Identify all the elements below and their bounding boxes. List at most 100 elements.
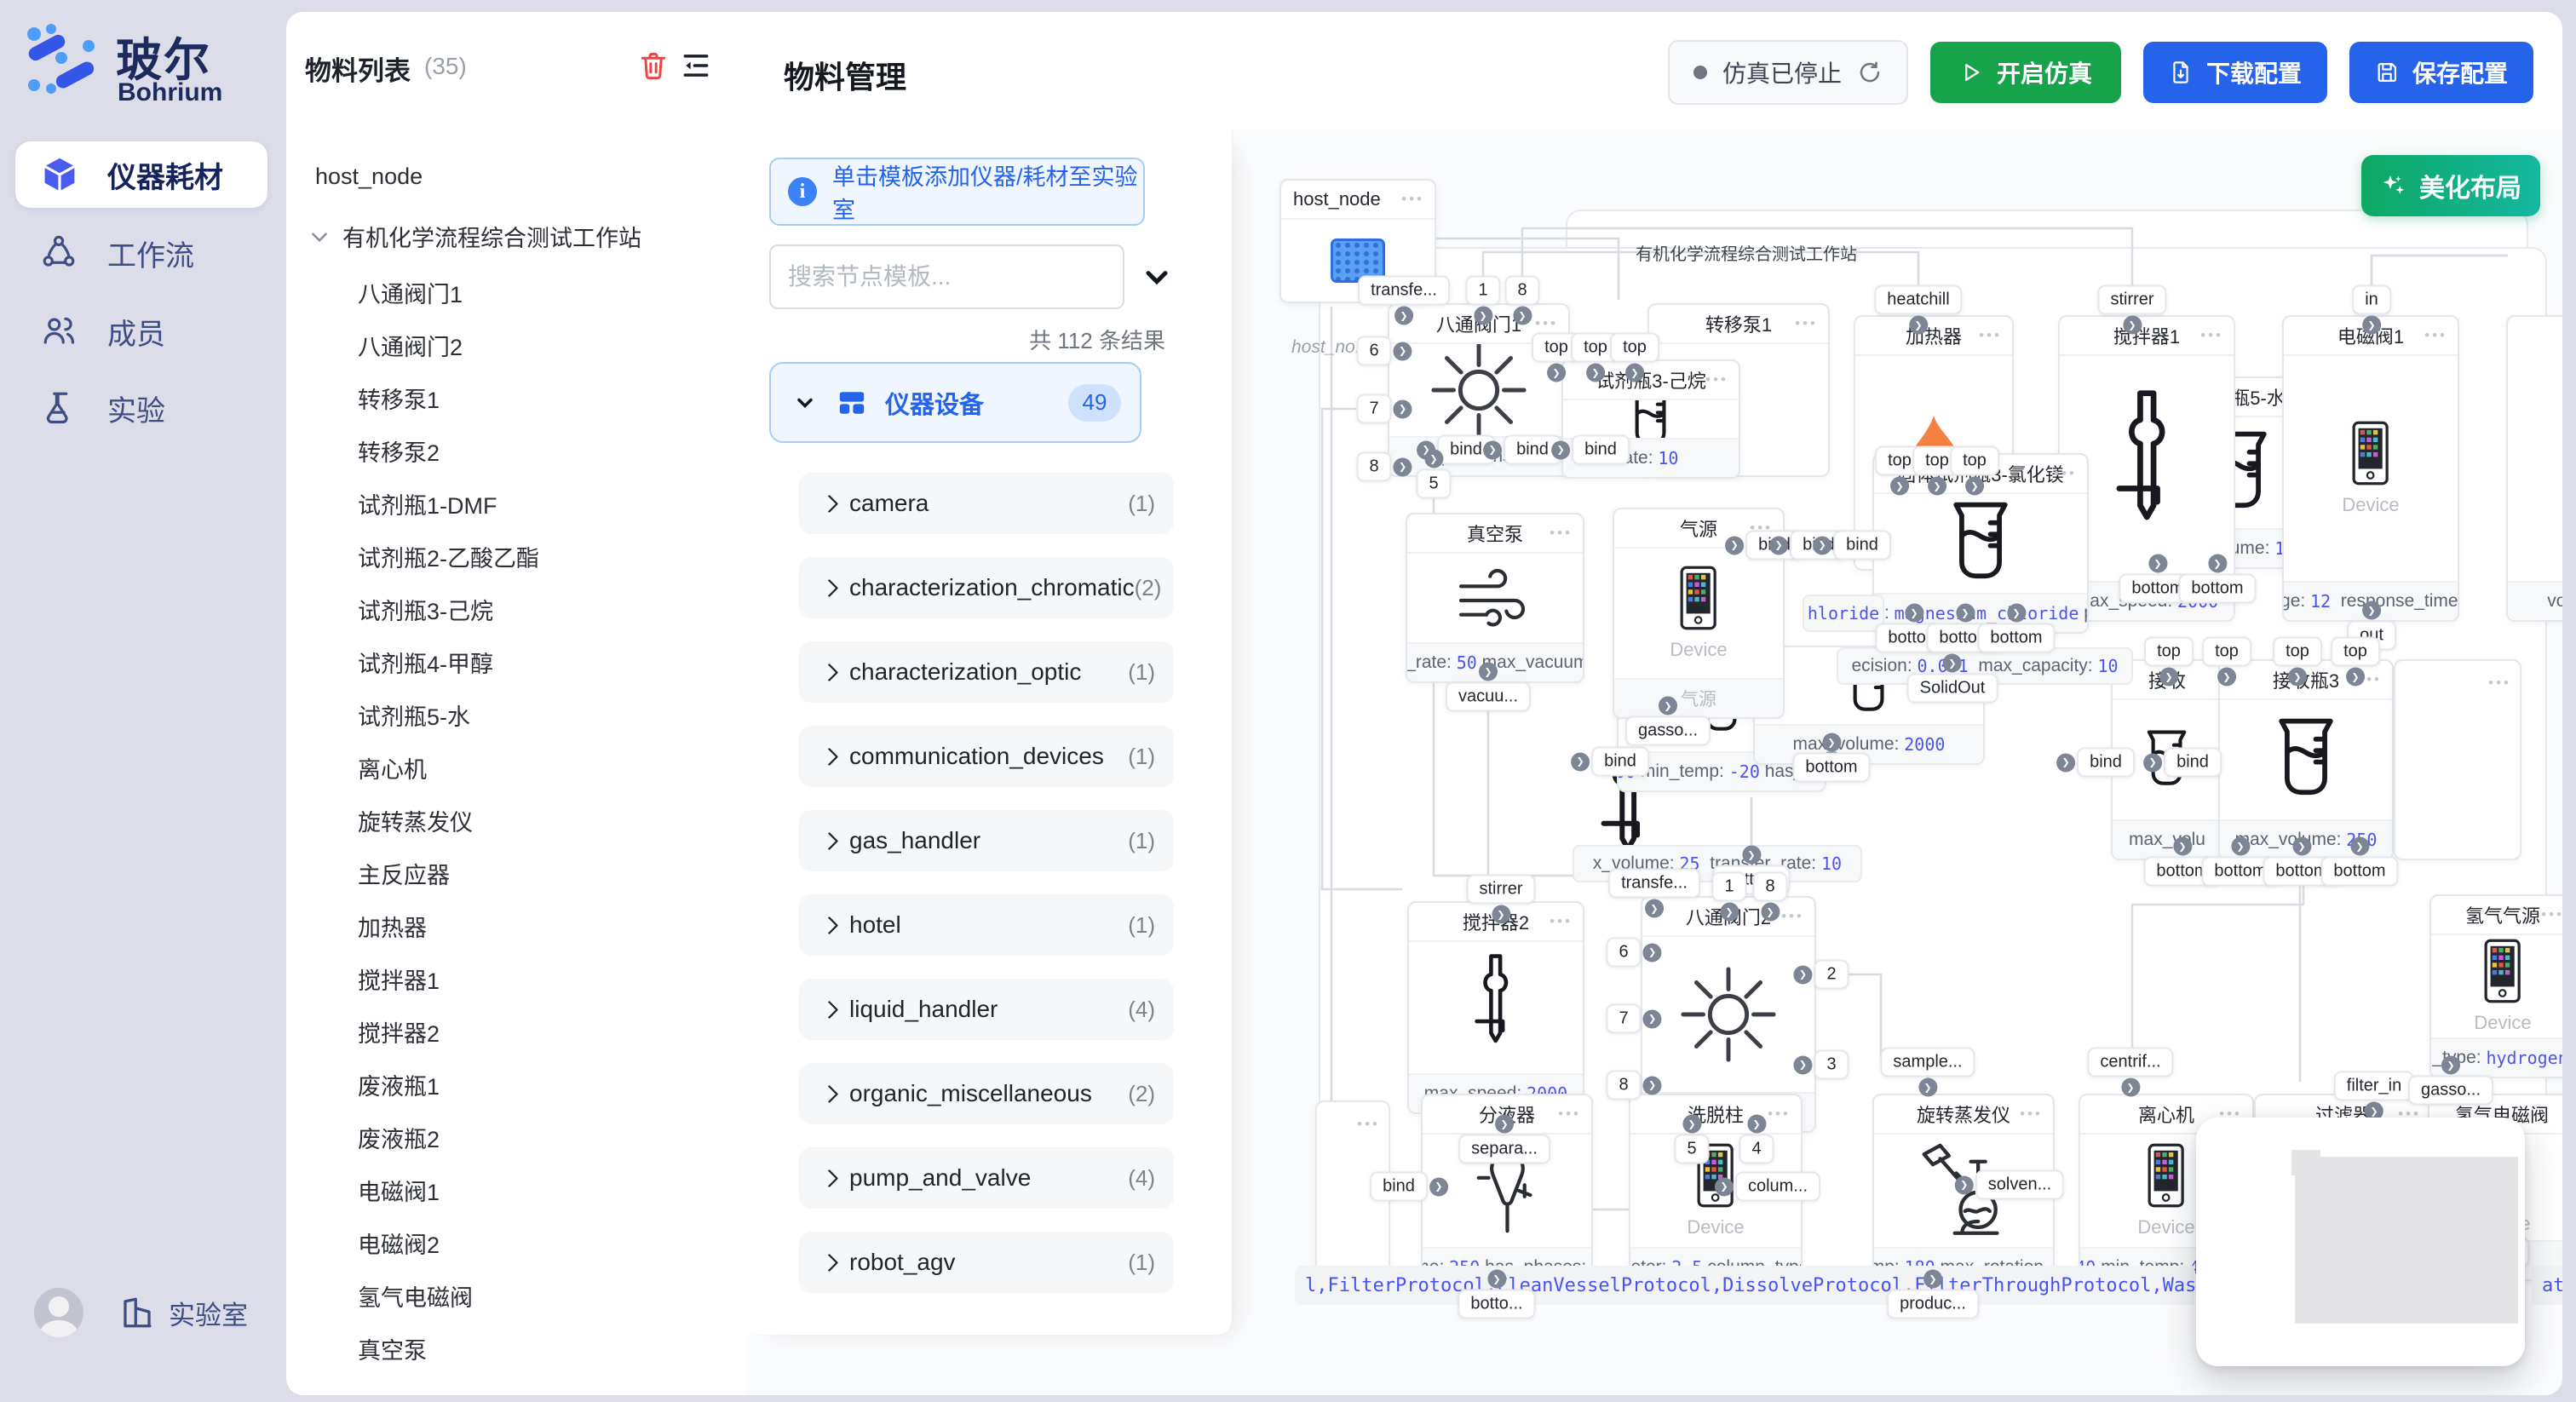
port-1[interactable]: 1❯ (1711, 872, 1746, 902)
tree-item[interactable]: 试剂瓶5-水 (358, 697, 470, 738)
template-item-pump_and_valve[interactable]: pump_and_valve(4) (799, 1147, 1174, 1209)
minimap-viewport[interactable] (2295, 1157, 2518, 1324)
template-item-camera[interactable]: camera(1) (799, 473, 1174, 534)
port-bind[interactable]: bind❯ (2077, 748, 2135, 778)
tree-item[interactable]: 搅拌器1 (358, 961, 440, 1002)
refresh-icon[interactable] (1857, 60, 1883, 85)
tree-item[interactable]: 试剂瓶3-己烷 (358, 591, 493, 632)
save-config-button[interactable]: 保存配置 (2349, 42, 2533, 103)
tree-item[interactable]: 转移泵2 (358, 433, 440, 474)
template-item-communication_devices[interactable]: communication_devices(1) (799, 726, 1174, 787)
tree-item[interactable]: 试剂瓶2-乙酸乙酯 (358, 538, 539, 579)
port-gasso...[interactable]: gasso...❯ (1625, 716, 1711, 746)
port-bind[interactable]: bind❯ (1833, 531, 1891, 560)
template-hint-banner[interactable]: i 单击模板添加仪器/耗材至实验室 (769, 158, 1145, 226)
collapse-panel-icon[interactable] (680, 49, 712, 82)
port-in[interactable]: in❯ (2352, 285, 2391, 315)
category-instruments[interactable]: 仪器设备 49 (769, 362, 1141, 443)
node-menu-icon[interactable]: ••• (1781, 898, 1804, 935)
port-botto...[interactable]: botto...❯ (1458, 1290, 1535, 1319)
tree-item[interactable]: 真空泵 (358, 1330, 427, 1371)
template-item-characterization_chromatic[interactable]: characterization_chromatic(2) (799, 557, 1174, 618)
node-menu-icon[interactable]: ••• (1401, 181, 1424, 218)
port-vacuu...[interactable]: vacuu...❯ (1446, 682, 1531, 712)
port-bottom[interactable]: bottom❯ (1977, 623, 2055, 653)
node-搅拌器2[interactable]: 搅拌器2•••max_speed: 2000 (1407, 901, 1584, 1114)
node-menu-icon[interactable]: ••• (1705, 361, 1728, 399)
port-3[interactable]: 3❯ (1814, 1050, 1849, 1080)
port-filter_in[interactable]: filter_in❯ (2334, 1072, 2414, 1101)
node-氢气气源[interactable]: 氢气气源•••Device_type: hydrogen, (2429, 894, 2562, 1078)
tree-item[interactable]: 试剂瓶1-DMF (358, 486, 497, 526)
port-top[interactable]: top❯ (1950, 446, 1999, 476)
node-menu-icon[interactable]: ••• (2424, 317, 2447, 354)
port-4[interactable]: 4❯ (1739, 1135, 1774, 1164)
port-8[interactable]: 8❯ (1606, 1071, 1641, 1100)
port-top[interactable]: top❯ (2202, 637, 2251, 667)
tree-item[interactable]: 转移泵1 (358, 380, 440, 421)
tree-group-workstation[interactable]: 有机化学流程综合测试工作站 (308, 220, 641, 253)
port-top[interactable]: top❯ (2144, 637, 2194, 667)
tree-item-host-node[interactable]: host_node (315, 164, 423, 190)
tree-item[interactable]: 电磁阀1 (358, 1172, 440, 1213)
node-menu-icon[interactable]: ••• (1357, 1106, 1380, 1143)
node-menu-icon[interactable]: ••• (1558, 1095, 1581, 1133)
tree-item[interactable]: 八通阀门2 (358, 327, 463, 368)
tree-item[interactable]: 电磁阀2 (358, 1225, 440, 1266)
port-stirrer[interactable]: stirrer❯ (1466, 875, 1535, 905)
chevron-down-icon[interactable] (1140, 259, 1174, 293)
port-transfe...[interactable]: transfe...❯ (1358, 276, 1450, 306)
port-solven...[interactable]: solven...❯ (1975, 1170, 2064, 1200)
tree-item[interactable]: 加热器 (358, 908, 427, 949)
sidebar-item-members[interactable]: 成员 (15, 298, 267, 365)
template-item-organic_miscellaneous[interactable]: organic_miscellaneous(2) (799, 1063, 1174, 1124)
node-电磁阀1[interactable]: 电磁阀1•••Devicevoltage: 12 response_time: … (2282, 315, 2459, 622)
port-bottom[interactable]: bottom❯ (2178, 574, 2256, 604)
port-stirrer[interactable]: stirrer❯ (2097, 285, 2166, 315)
node-menu-icon[interactable]: ••• (1550, 514, 1573, 552)
port-bind[interactable]: bind❯ (1370, 1172, 1428, 1202)
template-item-robot_agv[interactable]: robot_agv(1) (799, 1232, 1174, 1293)
port-heatchill[interactable]: heatchill❯ (1874, 285, 1962, 315)
node-menu-icon[interactable]: ••• (2200, 317, 2223, 354)
port-colum...[interactable]: colum...❯ (1735, 1172, 1820, 1202)
template-item-characterization_optic[interactable]: characterization_optic(1) (799, 641, 1174, 703)
node-menu-icon[interactable]: ••• (1979, 317, 2002, 354)
tree-item[interactable]: 搅拌器2 (358, 1014, 440, 1054)
port-top[interactable]: top❯ (2331, 637, 2380, 667)
sidebar-item-workflow[interactable]: 工作流 (15, 220, 267, 286)
download-config-button[interactable]: 下载配置 (2143, 42, 2327, 103)
template-item-gas_handler[interactable]: gas_handler(1) (799, 810, 1174, 871)
node-menu-icon[interactable]: ••• (1550, 903, 1573, 940)
port-bind[interactable]: bind❯ (1572, 435, 1630, 465)
lab-switcher[interactable]: 实验室 (34, 1283, 281, 1342)
port-bottom[interactable]: bottom❯ (1792, 753, 1870, 783)
node-menu-icon[interactable]: ••• (1795, 305, 1818, 342)
port-6[interactable]: 6❯ (1606, 938, 1641, 968)
tree-item[interactable]: 八通阀门1 (358, 274, 463, 315)
port-8[interactable]: 8❯ (1504, 276, 1539, 306)
port-8[interactable]: 8❯ (1356, 452, 1391, 482)
template-item-hotel[interactable]: hotel(1) (799, 894, 1174, 956)
tree-item[interactable]: 离心机 (358, 750, 427, 790)
node-fragment[interactable]: ••• (2394, 659, 2521, 860)
node-menu-icon[interactable]: ••• (2541, 896, 2562, 934)
port-top[interactable]: top❯ (2273, 637, 2322, 667)
simulation-status-badge[interactable]: 仿真已停止 (1668, 40, 1908, 105)
delete-all-icon[interactable] (637, 49, 670, 82)
port-5[interactable]: 5❯ (1416, 469, 1451, 499)
tree-item[interactable]: 旋转蒸发仪 (358, 802, 473, 843)
minimap[interactable] (2196, 1118, 2525, 1366)
tree-item[interactable]: 废液瓶2 (358, 1119, 440, 1160)
sidebar-item-experiment[interactable]: 实验 (15, 375, 267, 441)
port-6[interactable]: 6❯ (1356, 336, 1391, 366)
node-menu-icon[interactable]: ••• (1768, 1095, 1791, 1133)
port-8[interactable]: 8❯ (1752, 872, 1787, 902)
port-transfe...[interactable]: transfe...❯ (1608, 869, 1700, 899)
start-simulation-button[interactable]: 开启仿真 (1930, 42, 2121, 103)
sidebar-item-instruments[interactable]: 仪器耗材 (15, 141, 267, 208)
port-2[interactable]: 2❯ (1814, 960, 1849, 990)
port-7[interactable]: 7❯ (1606, 1004, 1641, 1034)
port-bind[interactable]: bind❯ (2164, 748, 2222, 778)
node-真空泵[interactable]: 真空泵•••pump_rate: 50 max_vacuum: 0.1 (1406, 513, 1584, 683)
